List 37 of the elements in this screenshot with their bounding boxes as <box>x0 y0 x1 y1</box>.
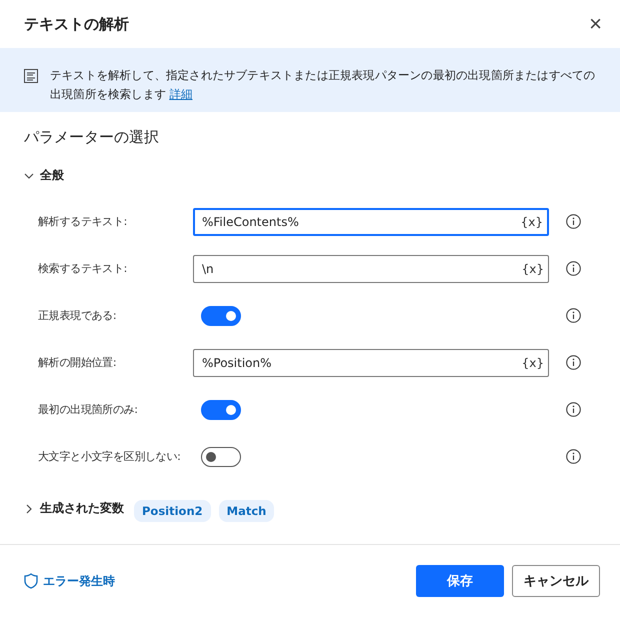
variable-button[interactable]: {x} <box>520 214 543 228</box>
variable-button[interactable]: {x} <box>522 356 544 370</box>
close-button[interactable]: × <box>585 11 606 37</box>
details-link[interactable]: 詳細 <box>169 87 192 101</box>
parameter-label: 検索するテキスト: <box>37 261 128 276</box>
dialog-title: テキストの解析 <box>24 14 129 34</box>
section-title: パラメーターの選択 <box>24 128 160 147</box>
parameter-label: 解析の開始位置: <box>37 355 118 370</box>
chevron-icon <box>24 170 34 180</box>
input-field[interactable]: \n {x} <box>193 254 549 282</box>
shield-icon <box>24 573 38 589</box>
info-icon[interactable] <box>566 308 581 323</box>
toggle-switch[interactable] <box>201 400 241 420</box>
generated-variables-toggle[interactable]: 生成された変数 <box>24 500 124 517</box>
info-icon[interactable] <box>566 449 581 464</box>
info-icon[interactable] <box>566 261 581 276</box>
text-document-icon <box>24 69 38 83</box>
parameter-label: 最初の出現箇所のみ: <box>37 402 139 417</box>
info-icon[interactable] <box>566 355 581 370</box>
info-text: テキストを解析して、指定されたサブテキストまたは正規表現パターンの最初の出現箇所またはすべての出現箇所を検索します 詳細 <box>50 67 596 103</box>
variable-chip[interactable]: Match <box>218 500 274 522</box>
on-error-link[interactable]: エラー発生時 <box>24 572 115 590</box>
parameter-label: 解析するテキスト: <box>37 214 128 229</box>
toggle-switch[interactable] <box>201 446 241 466</box>
variable-button[interactable]: {x} <box>522 262 544 276</box>
cancel-button[interactable]: キャンセル <box>512 565 600 597</box>
variable-chip[interactable]: Position2 <box>134 500 211 522</box>
parameter-label: 正規表現である: <box>37 308 118 323</box>
save-button[interactable]: 保存 <box>416 565 504 597</box>
info-icon[interactable] <box>566 214 581 229</box>
info-icon[interactable] <box>566 402 581 417</box>
chevron-icon <box>24 504 34 514</box>
input-field[interactable]: %FileContents% {x} <box>193 208 549 236</box>
general-group-toggle[interactable]: 全般 <box>24 167 64 184</box>
input-field[interactable]: %Position% {x} <box>193 348 549 376</box>
toggle-switch[interactable] <box>201 306 241 326</box>
parameter-label: 大文字と小文字を区別しない: <box>37 449 182 464</box>
